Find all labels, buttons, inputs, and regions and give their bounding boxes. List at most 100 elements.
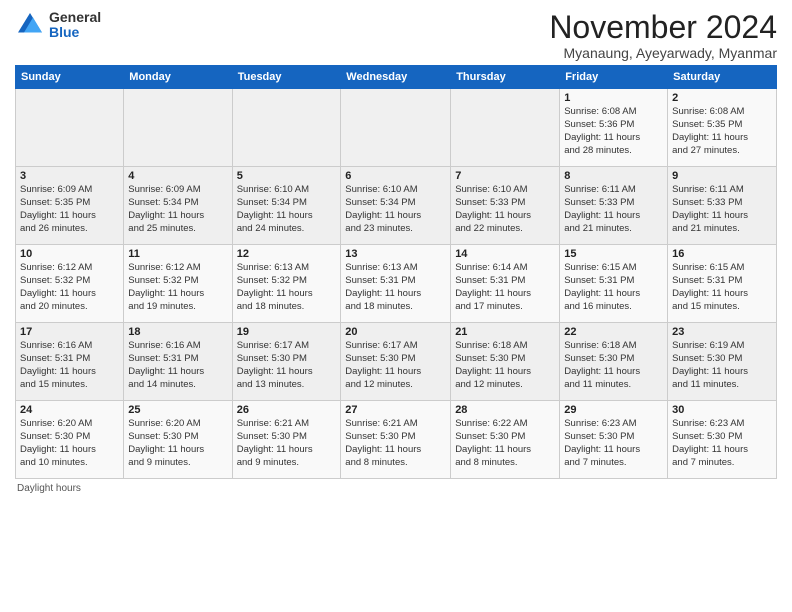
calendar-cell	[16, 89, 124, 167]
calendar-table: SundayMondayTuesdayWednesdayThursdayFrid…	[15, 65, 777, 479]
calendar-week-1: 1 Sunrise: 6:08 AM Sunset: 5:36 PM Daylig…	[16, 89, 777, 167]
weekday-header-thursday: Thursday	[451, 66, 560, 89]
calendar-cell	[124, 89, 232, 167]
day-number: 21	[455, 326, 555, 338]
header: General Blue November 2024 Myanaung, Aye…	[15, 10, 777, 61]
calendar-cell: 10Sunrise: 6:12 AM Sunset: 5:32 PM Dayli…	[16, 245, 124, 323]
day-info: Sunrise: 6:21 AM Sunset: 5:30 PM Dayligh…	[345, 418, 446, 469]
day-info: Sunrise: 6:08 AM Sunset: 5:35 PM Dayligh…	[672, 106, 772, 157]
day-number: 19	[237, 326, 337, 338]
day-info: Sunrise: 6:09 AM Sunset: 5:34 PM Dayligh…	[128, 184, 227, 235]
day-number: 1	[564, 92, 663, 104]
calendar-cell: 20 Sunrise: 6:17 AM Sunset: 5:30 PM Dayli…	[341, 323, 451, 401]
logo-general-text: General	[49, 10, 101, 25]
calendar-cell: 24Sunrise: 6:20 AM Sunset: 5:30 PM Dayli…	[16, 401, 124, 479]
calendar-cell: 27 Sunrise: 6:21 AM Sunset: 5:30 PM Dayli…	[341, 401, 451, 479]
calendar-cell: 23Sunrise: 6:19 AM Sunset: 5:30 PM Dayli…	[668, 323, 777, 401]
calendar-cell: 30 Sunrise: 6:23 AM Sunset: 5:30 PM Dayli…	[668, 401, 777, 479]
day-info: Sunrise: 6:19 AM Sunset: 5:30 PM Dayligh…	[672, 340, 772, 391]
calendar-cell: 11 Sunrise: 6:12 AM Sunset: 5:32 PM Dayli…	[124, 245, 232, 323]
calendar-cell: 17 Sunrise: 6:16 AM Sunset: 5:31 PM Dayli…	[16, 323, 124, 401]
calendar-week-5: 24Sunrise: 6:20 AM Sunset: 5:30 PM Dayli…	[16, 401, 777, 479]
location-subtitle: Myanaung, Ayeyarwady, Myanmar	[549, 45, 777, 61]
calendar-cell: 25Sunrise: 6:20 AM Sunset: 5:30 PM Dayli…	[124, 401, 232, 479]
day-info: Sunrise: 6:15 AM Sunset: 5:31 PM Dayligh…	[564, 262, 663, 313]
footer-note: Daylight hours	[15, 483, 777, 494]
day-number: 12	[237, 248, 337, 260]
day-info: Sunrise: 6:20 AM Sunset: 5:30 PM Dayligh…	[20, 418, 119, 469]
day-info: Sunrise: 6:21 AM Sunset: 5:30 PM Dayligh…	[237, 418, 337, 469]
day-info: Sunrise: 6:23 AM Sunset: 5:30 PM Dayligh…	[672, 418, 772, 469]
day-number: 28	[455, 404, 555, 416]
day-info: Sunrise: 6:08 AM Sunset: 5:36 PM Dayligh…	[564, 106, 663, 157]
day-info: Sunrise: 6:16 AM Sunset: 5:31 PM Dayligh…	[20, 340, 119, 391]
calendar-cell: 5Sunrise: 6:10 AM Sunset: 5:34 PM Daylig…	[232, 167, 341, 245]
day-info: Sunrise: 6:23 AM Sunset: 5:30 PM Dayligh…	[564, 418, 663, 469]
day-info: Sunrise: 6:18 AM Sunset: 5:30 PM Dayligh…	[564, 340, 663, 391]
calendar-cell: 12 Sunrise: 6:13 AM Sunset: 5:32 PM Dayli…	[232, 245, 341, 323]
day-number: 30	[672, 404, 772, 416]
day-info: Sunrise: 6:16 AM Sunset: 5:31 PM Dayligh…	[128, 340, 227, 391]
day-number: 22	[564, 326, 663, 338]
calendar-cell: 14Sunrise: 6:14 AM Sunset: 5:31 PM Dayli…	[451, 245, 560, 323]
day-info: Sunrise: 6:13 AM Sunset: 5:32 PM Dayligh…	[237, 262, 337, 313]
day-number: 15	[564, 248, 663, 260]
weekday-header-sunday: Sunday	[16, 66, 124, 89]
logo-icon	[15, 10, 45, 40]
day-info: Sunrise: 6:20 AM Sunset: 5:30 PM Dayligh…	[128, 418, 227, 469]
day-info: Sunrise: 6:12 AM Sunset: 5:32 PM Dayligh…	[128, 262, 227, 313]
day-number: 7	[455, 170, 555, 182]
day-info: Sunrise: 6:17 AM Sunset: 5:30 PM Dayligh…	[237, 340, 337, 391]
day-number: 2	[672, 92, 772, 104]
day-number: 3	[20, 170, 119, 182]
calendar-cell: 16Sunrise: 6:15 AM Sunset: 5:31 PM Dayli…	[668, 245, 777, 323]
weekday-header-row: SundayMondayTuesdayWednesdayThursdayFrid…	[16, 66, 777, 89]
day-number: 5	[237, 170, 337, 182]
calendar-cell: 15 Sunrise: 6:15 AM Sunset: 5:31 PM Dayli…	[560, 245, 668, 323]
logo-blue-text: Blue	[49, 25, 101, 40]
day-number: 26	[237, 404, 337, 416]
day-number: 20	[345, 326, 446, 338]
day-info: Sunrise: 6:09 AM Sunset: 5:35 PM Dayligh…	[20, 184, 119, 235]
day-number: 17	[20, 326, 119, 338]
title-block: November 2024 Myanaung, Ayeyarwady, Myan…	[549, 10, 777, 61]
weekday-header-wednesday: Wednesday	[341, 66, 451, 89]
day-number: 29	[564, 404, 663, 416]
day-info: Sunrise: 6:14 AM Sunset: 5:31 PM Dayligh…	[455, 262, 555, 313]
day-info: Sunrise: 6:11 AM Sunset: 5:33 PM Dayligh…	[672, 184, 772, 235]
calendar-cell: 3 Sunrise: 6:09 AM Sunset: 5:35 PM Daylig…	[16, 167, 124, 245]
day-info: Sunrise: 6:12 AM Sunset: 5:32 PM Dayligh…	[20, 262, 119, 313]
calendar-cell: 21 Sunrise: 6:18 AM Sunset: 5:30 PM Dayli…	[451, 323, 560, 401]
logo-text: General Blue	[49, 10, 101, 41]
day-number: 18	[128, 326, 227, 338]
day-number: 4	[128, 170, 227, 182]
day-info: Sunrise: 6:10 AM Sunset: 5:34 PM Dayligh…	[345, 184, 446, 235]
day-number: 13	[345, 248, 446, 260]
day-number: 11	[128, 248, 227, 260]
day-info: Sunrise: 6:11 AM Sunset: 5:33 PM Dayligh…	[564, 184, 663, 235]
calendar-cell: 29 Sunrise: 6:23 AM Sunset: 5:30 PM Dayli…	[560, 401, 668, 479]
weekday-header-friday: Friday	[560, 66, 668, 89]
weekday-header-tuesday: Tuesday	[232, 66, 341, 89]
weekday-header-saturday: Saturday	[668, 66, 777, 89]
calendar-cell: 8 Sunrise: 6:11 AM Sunset: 5:33 PM Daylig…	[560, 167, 668, 245]
calendar-cell: 2 Sunrise: 6:08 AM Sunset: 5:35 PM Daylig…	[668, 89, 777, 167]
calendar-cell	[451, 89, 560, 167]
calendar-week-2: 3 Sunrise: 6:09 AM Sunset: 5:35 PM Daylig…	[16, 167, 777, 245]
calendar-cell: 26 Sunrise: 6:21 AM Sunset: 5:30 PM Dayli…	[232, 401, 341, 479]
day-info: Sunrise: 6:17 AM Sunset: 5:30 PM Dayligh…	[345, 340, 446, 391]
logo: General Blue	[15, 10, 101, 41]
day-number: 8	[564, 170, 663, 182]
calendar-cell: 4 Sunrise: 6:09 AM Sunset: 5:34 PM Daylig…	[124, 167, 232, 245]
calendar-cell: 7Sunrise: 6:10 AM Sunset: 5:33 PM Daylig…	[451, 167, 560, 245]
day-number: 27	[345, 404, 446, 416]
calendar-cell: 6 Sunrise: 6:10 AM Sunset: 5:34 PM Daylig…	[341, 167, 451, 245]
day-info: Sunrise: 6:22 AM Sunset: 5:30 PM Dayligh…	[455, 418, 555, 469]
calendar-cell: 1 Sunrise: 6:08 AM Sunset: 5:36 PM Daylig…	[560, 89, 668, 167]
calendar-week-3: 10Sunrise: 6:12 AM Sunset: 5:32 PM Dayli…	[16, 245, 777, 323]
page: General Blue November 2024 Myanaung, Aye…	[0, 0, 792, 504]
day-info: Sunrise: 6:18 AM Sunset: 5:30 PM Dayligh…	[455, 340, 555, 391]
day-info: Sunrise: 6:13 AM Sunset: 5:31 PM Dayligh…	[345, 262, 446, 313]
calendar-week-4: 17 Sunrise: 6:16 AM Sunset: 5:31 PM Dayli…	[16, 323, 777, 401]
day-number: 6	[345, 170, 446, 182]
